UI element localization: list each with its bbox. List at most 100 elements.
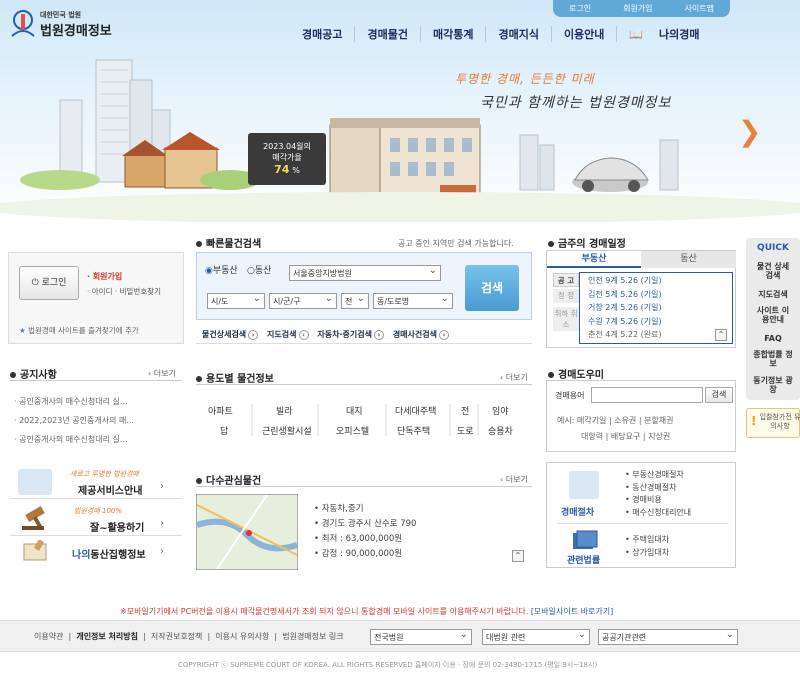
procedure-link[interactable]: • 동산경매절차 xyxy=(625,482,691,495)
find-id-password-link[interactable]: · 아이디 · 비밀번호찾기 xyxy=(87,286,161,297)
example-term[interactable]: 배당요구 xyxy=(611,432,640,441)
help-examples-row1: 예시: 매각기일 | 소유권 | 분할채권 xyxy=(557,416,674,425)
nav-auction-knowledge[interactable]: 경매지식 xyxy=(485,26,550,42)
bullet-icon xyxy=(196,376,202,382)
nav-my-auction[interactable]: 📖 나의경매 xyxy=(616,26,723,42)
mobile-site-link[interactable]: [모바일사이트 바로가기] xyxy=(531,607,613,616)
tab-map-search[interactable]: 지도검색 › xyxy=(267,330,309,340)
nav-sale-statistics[interactable]: 매각통계 xyxy=(419,26,485,42)
schedule-label-correction[interactable]: 정 정 xyxy=(553,289,579,303)
tab-case-search[interactable]: 경매사건검색 › xyxy=(393,330,449,340)
quick-map-search[interactable]: 지도검색 xyxy=(746,290,800,299)
sido-select[interactable]: 시/도 xyxy=(207,293,265,309)
tab-vehicle-search[interactable]: 자동차·중기검색 › xyxy=(317,330,384,340)
schedule-tab-movable[interactable]: 동산 xyxy=(641,251,736,268)
notice-item[interactable]: · 2022,2023년 공인중개사의 매... xyxy=(14,411,134,430)
schedule-entry[interactable]: 인천 9계 5.26 (기일) xyxy=(588,274,724,288)
usage-precaution-link[interactable]: 이용시 유의사항 xyxy=(215,632,269,641)
quick-faq[interactable]: FAQ xyxy=(746,334,800,343)
schedule-entry[interactable]: 수원 7계 5.26 (기일) xyxy=(588,315,724,329)
tab-detail-search[interactable]: 물건상세검색 › xyxy=(202,330,259,340)
quick-legal-info[interactable]: 종합법률 정보 xyxy=(746,350,800,368)
interest-address-text: 경기도 광주시 산수로 790 xyxy=(321,519,417,529)
logo-title[interactable]: 법원경매정보 xyxy=(40,20,112,39)
notice-item-text: 공인중개사의 매수신청대리 실... xyxy=(19,397,128,406)
example-term[interactable]: 소유권 xyxy=(614,416,636,425)
scroll-up-icon[interactable]: ⌃ xyxy=(715,329,727,341)
usage-grid-lines xyxy=(251,404,479,436)
supreme-court-select[interactable]: 대법원 관련 xyxy=(482,629,590,645)
law-book-icon xyxy=(571,529,599,551)
movable-radio[interactable]: ○동산 xyxy=(247,263,271,276)
join-member-link[interactable]: · 회원가입 xyxy=(87,271,122,282)
dong-road-select[interactable]: 동/도로명 xyxy=(373,293,453,309)
court-select[interactable]: 서울중앙지방법원 xyxy=(289,265,441,281)
notice-item[interactable]: · 공인중개사의 매수신청대리 실... xyxy=(14,430,134,449)
scroll-up-icon[interactable]: ⌃ xyxy=(512,550,524,562)
example-term[interactable]: 지상권 xyxy=(648,432,670,441)
movable-radio-label: 동산 xyxy=(254,266,272,276)
add-favorite-link[interactable]: ★ 법원경매 사이트를 즐겨찾기에 추가 xyxy=(19,325,139,336)
warning-icon: ! xyxy=(751,414,757,428)
join-link[interactable]: 회원가입 xyxy=(623,3,652,14)
nav-auction-items[interactable]: 경매물건 xyxy=(354,26,419,42)
real-estate-radio[interactable]: ◉부동산 xyxy=(205,263,238,276)
city-illustration xyxy=(0,59,800,222)
usage-more-link[interactable]: ‹ 더보기 xyxy=(500,372,528,383)
schedule-entry[interactable]: 춘천 4계 5.22 (완료) xyxy=(588,328,724,342)
nav-auction-notice[interactable]: 경매공고 xyxy=(290,26,354,42)
related-law-label[interactable]: 관련법률 xyxy=(567,553,600,566)
help-title: 경매도우미 xyxy=(548,366,604,381)
notice-title: 공지사항 xyxy=(10,366,57,381)
quick-detail-search[interactable]: 물건 상세검색 xyxy=(746,262,800,280)
quick-registry-plaza[interactable]: 동기정보 광장 xyxy=(746,376,800,394)
court-family-select[interactable]: 전국법원 xyxy=(370,629,472,645)
procedure-label[interactable]: 경매절차 xyxy=(561,505,594,518)
law-link[interactable]: • 상가임대차 xyxy=(625,546,669,559)
law-link[interactable]: • 주택임대차 xyxy=(625,533,669,546)
nav-usage-guide[interactable]: 이용안내 xyxy=(550,26,616,42)
schedule-entry[interactable]: 김천 5계 5.26 (기일) xyxy=(588,288,724,302)
notice-more-label: 더보기 xyxy=(153,369,176,378)
schedule-entry[interactable]: 거창 2계 5.26 (기일) xyxy=(588,301,724,315)
procedure-link[interactable]: • 경매비용 xyxy=(625,494,691,507)
privacy-link[interactable]: 개인정보 처리방침 xyxy=(76,632,138,641)
copyright-policy-link[interactable]: 저작권보호정책 xyxy=(151,632,203,641)
chevron-right-icon: › xyxy=(248,330,259,340)
banner-next-arrow-icon[interactable]: ❯ xyxy=(738,115,761,148)
quick-site-guide[interactable]: 사이트 이용안내 xyxy=(746,306,800,324)
schedule-tab-real-estate[interactable]: 부동산 xyxy=(547,251,641,268)
usage-divider xyxy=(196,384,532,385)
terms-link[interactable]: 이용약관 xyxy=(34,632,63,641)
service-guide-banner[interactable]: 새로고 투명한 법원경매 제공서비스안내 › xyxy=(10,465,182,499)
sigungu-select[interactable]: 시/군/구 xyxy=(269,293,337,309)
login-button[interactable]: ⏻ 로그인 xyxy=(19,266,79,300)
notice-item[interactable]: · 공인중개사의 매수신청대리 실... xyxy=(14,392,134,411)
schedule-panel: 부동산 동산 공 고 정 정 취하 취소 인천 9계 5.26 (기일) 김천 … xyxy=(546,250,736,348)
example-term[interactable]: 분할채권 xyxy=(644,416,673,425)
law-link-text: 상가임대차 xyxy=(632,548,670,557)
procedure-link[interactable]: • 매수신청대리안내 xyxy=(625,507,691,520)
site-links-link[interactable]: 법원경매정보 링크 xyxy=(282,632,343,641)
notice-more-link[interactable]: ‹ 더보기 xyxy=(148,368,176,379)
interest-map-thumbnail[interactable] xyxy=(196,494,298,570)
public-agency-select[interactable]: 공공기관관련 xyxy=(598,629,738,645)
eupmyeon-select[interactable]: 전 xyxy=(341,293,369,309)
interest-category[interactable]: • 자동차,중기 xyxy=(314,502,416,517)
usage-title: 용도별 물건정보 xyxy=(196,370,274,385)
help-search-button[interactable]: 검색 xyxy=(705,387,733,403)
example-term[interactable]: 매각기일 xyxy=(577,416,606,425)
bid-precaution-box[interactable]: ! 입찰참가전 유의사항 xyxy=(746,408,800,438)
help-term-input[interactable] xyxy=(591,387,703,403)
sitemap-link[interactable]: 사이트맵 xyxy=(685,3,714,14)
procedure-link[interactable]: • 부동산경매절차 xyxy=(625,469,691,482)
login-link[interactable]: 로그인 xyxy=(569,3,591,14)
schedule-label-notice[interactable]: 공 고 xyxy=(553,273,579,287)
quick-search-button[interactable]: 검색 xyxy=(465,265,519,311)
movable-execution-banner[interactable]: 나의동산집행정보 › xyxy=(10,538,182,566)
banner-prefix: 나의 xyxy=(72,550,91,561)
interest-more-link[interactable]: ‹ 더보기 xyxy=(500,474,528,485)
example-term[interactable]: 대항력 xyxy=(581,432,603,441)
auction-usage-banner[interactable]: 법원경매 100% 잘~활용하기 › xyxy=(10,502,182,536)
schedule-label-withdrawn[interactable]: 취하 취소 xyxy=(553,307,579,331)
